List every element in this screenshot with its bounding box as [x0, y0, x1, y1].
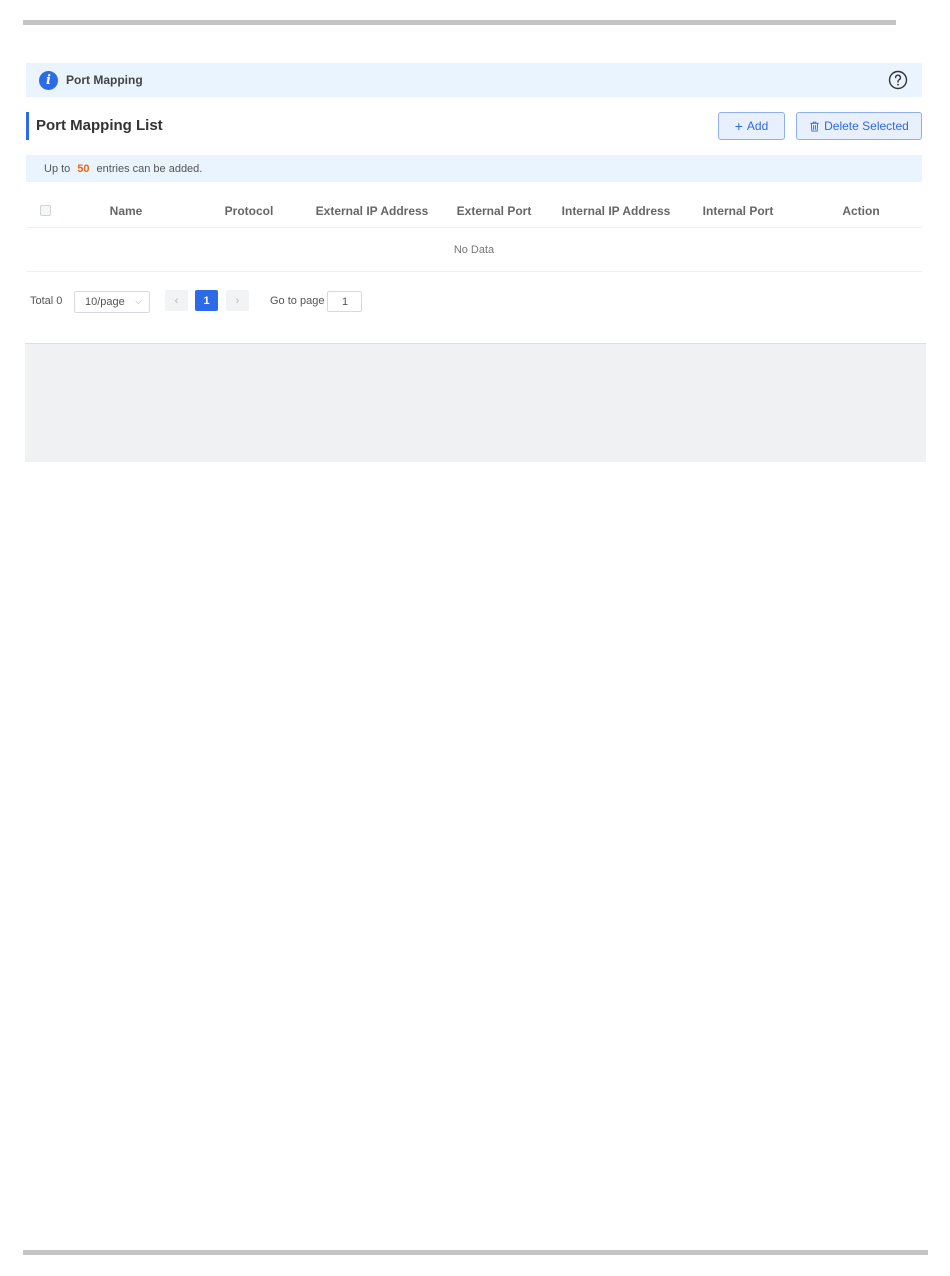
column-header-name: Name	[109, 204, 143, 218]
bottom-divider	[23, 1250, 928, 1255]
add-button[interactable]: + Add	[718, 112, 785, 140]
entry-limit-notice: Up to 50 entries can be added.	[26, 155, 922, 182]
goto-page-label: Go to page	[270, 295, 325, 307]
column-header-external-port: External Port	[456, 204, 532, 218]
port-mapping-table: Name Protocol External IP Address Extern…	[26, 193, 922, 272]
plus-icon: +	[734, 118, 743, 134]
info-icon: i	[39, 70, 58, 90]
limit-count: 50	[77, 162, 90, 175]
section-title: Port Mapping List	[36, 117, 163, 134]
info-banner: i Port Mapping	[26, 63, 922, 97]
next-page-button[interactable]: ›	[226, 290, 249, 311]
page-number-button[interactable]: 1	[195, 290, 218, 311]
content-footer-area	[25, 343, 926, 462]
prev-page-button[interactable]: ‹	[165, 290, 188, 311]
top-divider	[23, 20, 896, 25]
section-header: Port Mapping List + Add Delete Selected	[26, 112, 922, 140]
chevron-down-icon: ⌵	[135, 296, 142, 306]
empty-table-message: No Data	[26, 228, 922, 272]
total-count: Total 0	[30, 295, 63, 307]
column-header-action: Action	[842, 204, 880, 218]
delete-selected-button[interactable]: Delete Selected	[796, 112, 922, 140]
limit-suffix: entries can be added.	[96, 162, 203, 175]
goto-page-input[interactable]: 1	[327, 291, 362, 312]
trash-icon	[810, 121, 819, 132]
help-circle-icon[interactable]	[888, 70, 908, 90]
pagination: Total 0 10/page ⌵ ‹ 1 › Go to page 1	[30, 290, 370, 314]
column-header-external-ip: External IP Address	[315, 204, 429, 218]
page-size-select[interactable]: 10/page ⌵	[74, 291, 150, 313]
add-button-label: Add	[746, 119, 769, 133]
section-accent-bar	[26, 112, 29, 140]
info-banner-title: Port Mapping	[66, 73, 143, 87]
limit-prefix: Up to	[44, 162, 71, 175]
select-all-checkbox[interactable]	[40, 205, 51, 216]
delete-button-label: Delete Selected	[824, 119, 909, 133]
column-header-internal-ip: Internal IP Address	[561, 204, 671, 218]
column-header-internal-port: Internal Port	[702, 204, 774, 218]
column-header-protocol: Protocol	[224, 204, 274, 218]
table-header: Name Protocol External IP Address Extern…	[26, 193, 922, 228]
page-size-value: 10/page	[85, 296, 125, 308]
